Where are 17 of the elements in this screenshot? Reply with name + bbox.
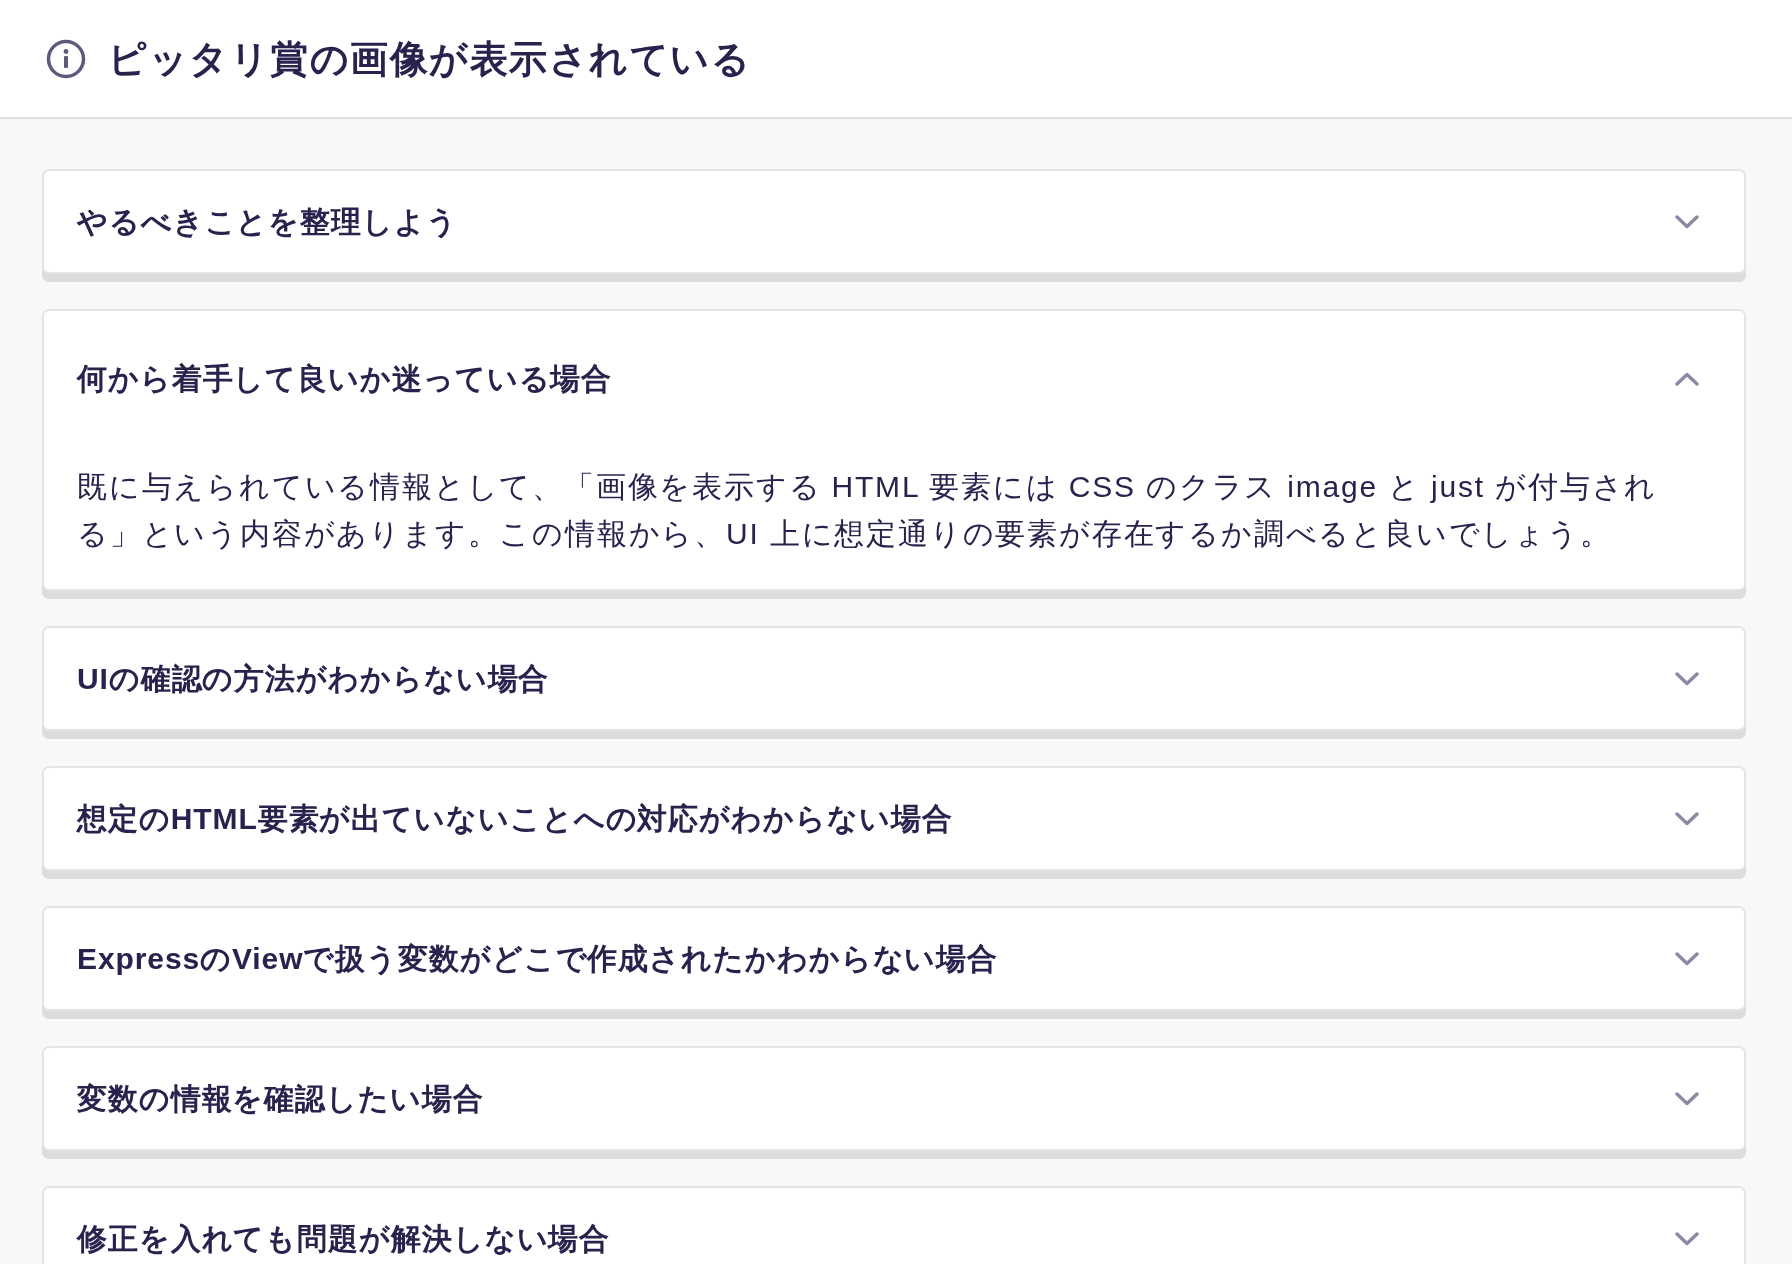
chevron-down-icon xyxy=(1675,1091,1699,1106)
accordion-header[interactable]: 修正を入れても問題が解決しない場合 xyxy=(44,1188,1744,1264)
accordion-body-text: 既に与えられている情報として、「画像を表示する HTML 要素には CSS のクラス image と just が付与される」という内容があります。この情報から、UI 上に想定通りの要素が存在するか調べると良いでしょう。 xyxy=(76,469,1659,552)
chevron-down-icon xyxy=(1675,1231,1699,1246)
chevron-down-icon xyxy=(1675,951,1699,966)
accordion-header[interactable]: 変数の情報を確認したい場合 xyxy=(44,1048,1744,1149)
chevron-down-icon xyxy=(1675,811,1699,826)
page-title: ピッタリ賞の画像が表示されている xyxy=(108,36,752,82)
chevron-up-icon xyxy=(1675,372,1699,386)
chevron-down-icon xyxy=(1675,671,1699,686)
chevron-down-icon xyxy=(1675,214,1699,229)
accordion-header[interactable]: やるべきことを整理しよう xyxy=(44,171,1744,272)
accordion-header[interactable]: 想定のHTML要素が出ていないことへの対応がわからない場合 xyxy=(44,768,1744,869)
accordion-header[interactable]: 何から着手して良いか迷っている場合 xyxy=(44,311,1744,415)
info-icon xyxy=(46,38,86,79)
accordion-header[interactable]: UIの確認の方法がわからない場合 xyxy=(44,628,1744,729)
accordion-header[interactable]: ExpressのViewで扱う変数がどこで作成されたかわからない場合 xyxy=(44,908,1744,1009)
